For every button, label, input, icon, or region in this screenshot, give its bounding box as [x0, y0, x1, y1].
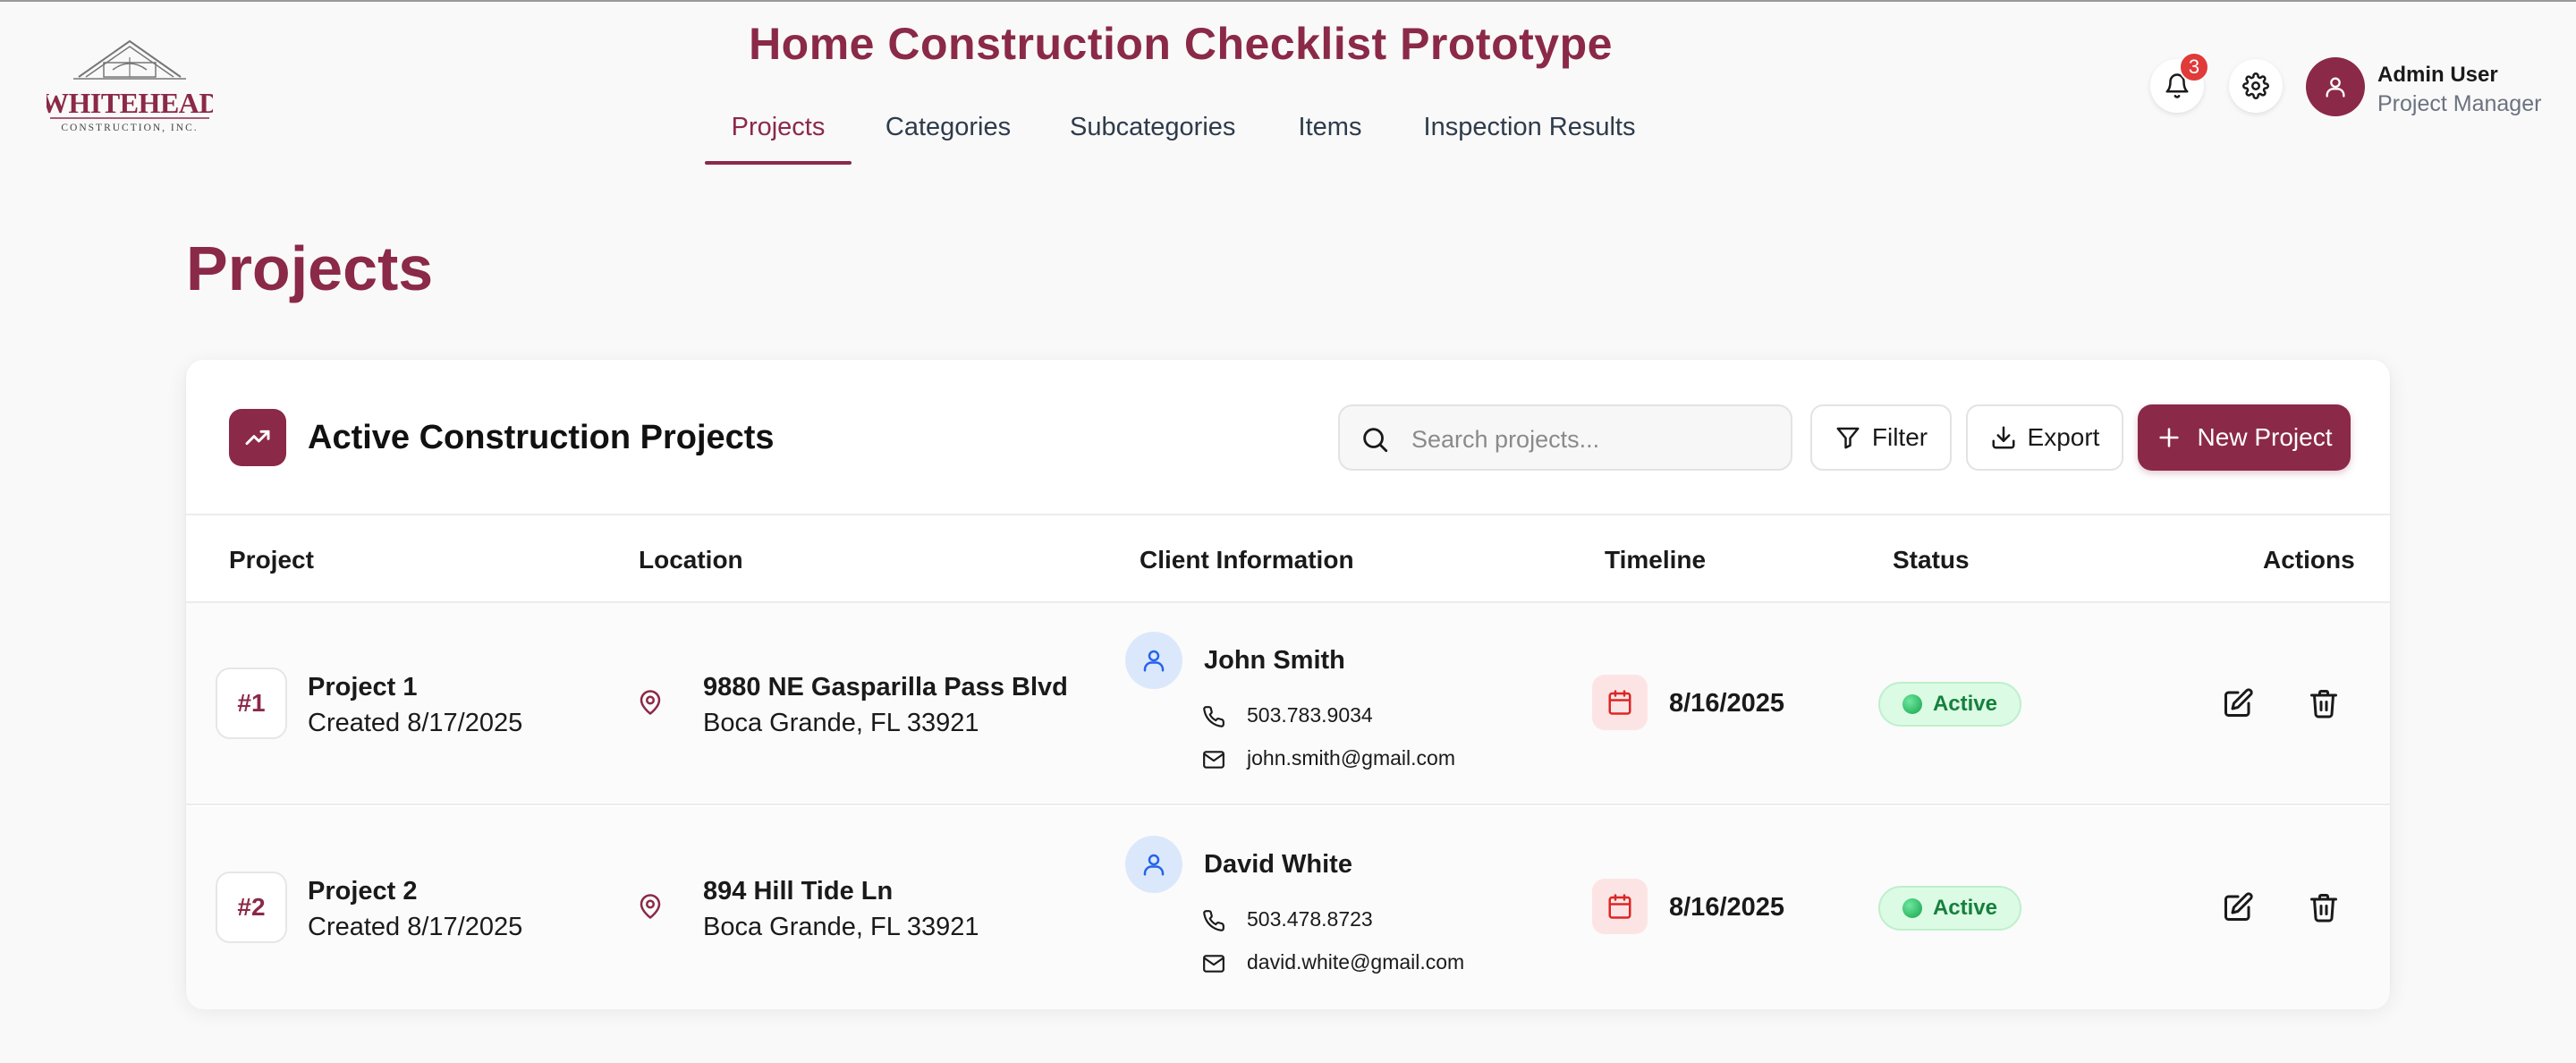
projects-card: Active Construction Projects Search proj…: [186, 360, 2390, 1009]
address-line2: Boca Grande, FL 33921: [703, 913, 979, 941]
status-label: Active: [1932, 896, 1998, 920]
client-phone[interactable]: 503.478.8723: [1247, 907, 1373, 931]
filter-label: Filter: [1871, 423, 1928, 451]
mail-icon: [1203, 955, 1224, 973]
settings-button[interactable]: [2229, 59, 2283, 113]
client-email[interactable]: john.smith@gmail.com: [1247, 746, 1455, 770]
tab-inspection-results[interactable]: Inspection Results: [1422, 98, 1637, 165]
col-header-location[interactable]: Location: [639, 546, 743, 574]
export-button[interactable]: Export: [1966, 404, 2123, 471]
notification-count-badge: 3: [2179, 52, 2209, 82]
map-pin-icon: [640, 894, 661, 919]
edit-icon[interactable]: [2222, 687, 2254, 719]
new-project-button[interactable]: New Project: [2138, 404, 2351, 471]
client-phone[interactable]: 503.783.9034: [1247, 703, 1373, 727]
card-header: Active Construction Projects Search proj…: [186, 360, 2390, 515]
card-icon-box: [229, 409, 286, 466]
user-name: Admin User: [2377, 63, 2498, 87]
col-header-timeline[interactable]: Timeline: [1605, 546, 1706, 574]
client-email[interactable]: david.white@gmail.com: [1247, 950, 1464, 974]
client-name: David White: [1204, 850, 1352, 879]
timeline-date: 8/16/2025: [1669, 689, 1785, 718]
address-line2: Boca Grande, FL 33921: [703, 709, 979, 737]
project-name[interactable]: Project 2: [308, 877, 418, 906]
search-icon: [1363, 428, 1388, 453]
tab-subcategories[interactable]: Subcategories: [1070, 98, 1235, 165]
phone-icon: [1203, 706, 1224, 727]
filter-icon: [1836, 427, 1860, 449]
user-avatar[interactable]: [2306, 57, 2365, 116]
notifications-button[interactable]: 3: [2150, 52, 2209, 113]
client-name: John Smith: [1204, 646, 1345, 675]
project-number: #1: [216, 668, 287, 739]
card-title: Active Construction Projects: [308, 419, 775, 456]
mail-icon: [1203, 751, 1224, 769]
calendar-icon: [1608, 894, 1631, 919]
map-pin-icon: [640, 690, 661, 715]
export-label: Export: [2027, 423, 2100, 451]
col-header-actions: Actions: [2263, 546, 2355, 574]
col-header-client[interactable]: Client Information: [1140, 546, 1354, 574]
calendar-icon-box: [1592, 675, 1648, 730]
tab-items[interactable]: Items: [1293, 98, 1367, 165]
col-header-project[interactable]: Project: [229, 546, 314, 574]
project-created-date: Created 8/17/2025: [308, 913, 523, 941]
user-icon: [1143, 650, 1165, 672]
edit-icon[interactable]: [2222, 891, 2254, 923]
status-badge: Active: [1878, 886, 2021, 931]
app-title-text: Home Construction Checklist Prototype: [749, 19, 1613, 69]
address-line1: 9880 NE Gasparilla Pass Blvd: [703, 673, 1068, 702]
project-name[interactable]: Project 1: [308, 673, 418, 702]
phone-icon: [1203, 910, 1224, 931]
table-row[interactable]: #2 Project 2 Created 8/17/2025 894 Hill …: [186, 807, 2390, 1009]
download-icon: [1992, 426, 2015, 449]
new-project-label: New Project: [2197, 423, 2333, 451]
user-icon: [1143, 854, 1165, 876]
trending-up-icon: [245, 429, 270, 446]
page-title: Projects: [186, 234, 434, 303]
status-dot-icon: [1902, 694, 1922, 714]
client-avatar: [1125, 632, 1182, 689]
project-created-date: Created 8/17/2025: [308, 709, 523, 737]
tab-projects[interactable]: Projects: [705, 98, 852, 165]
plus-icon: [2158, 428, 2179, 447]
search-input[interactable]: Search projects...: [1338, 404, 1792, 471]
trash-icon[interactable]: [2308, 687, 2340, 719]
user-role: Project Manager: [2377, 91, 2542, 116]
trash-icon[interactable]: [2308, 891, 2340, 923]
status-label: Active: [1932, 692, 1998, 716]
filter-button[interactable]: Filter: [1810, 404, 1952, 471]
search-placeholder: Search projects...: [1411, 426, 1600, 453]
calendar-icon-box: [1592, 879, 1648, 934]
timeline-date: 8/16/2025: [1669, 893, 1785, 922]
project-number: #2: [216, 872, 287, 943]
user-icon: [2326, 77, 2345, 98]
status-badge: Active: [1878, 682, 2021, 727]
table-row[interactable]: #1 Project 1 Created 8/17/2025 9880 NE G…: [186, 603, 2390, 805]
calendar-icon: [1608, 690, 1631, 715]
col-header-status[interactable]: Status: [1893, 546, 1970, 574]
status-dot-icon: [1902, 898, 1922, 918]
gear-icon: [2242, 72, 2269, 99]
tab-categories[interactable]: Categories: [882, 98, 1014, 165]
client-avatar: [1125, 836, 1182, 893]
address-line1: 894 Hill Tide Ln: [703, 877, 894, 906]
